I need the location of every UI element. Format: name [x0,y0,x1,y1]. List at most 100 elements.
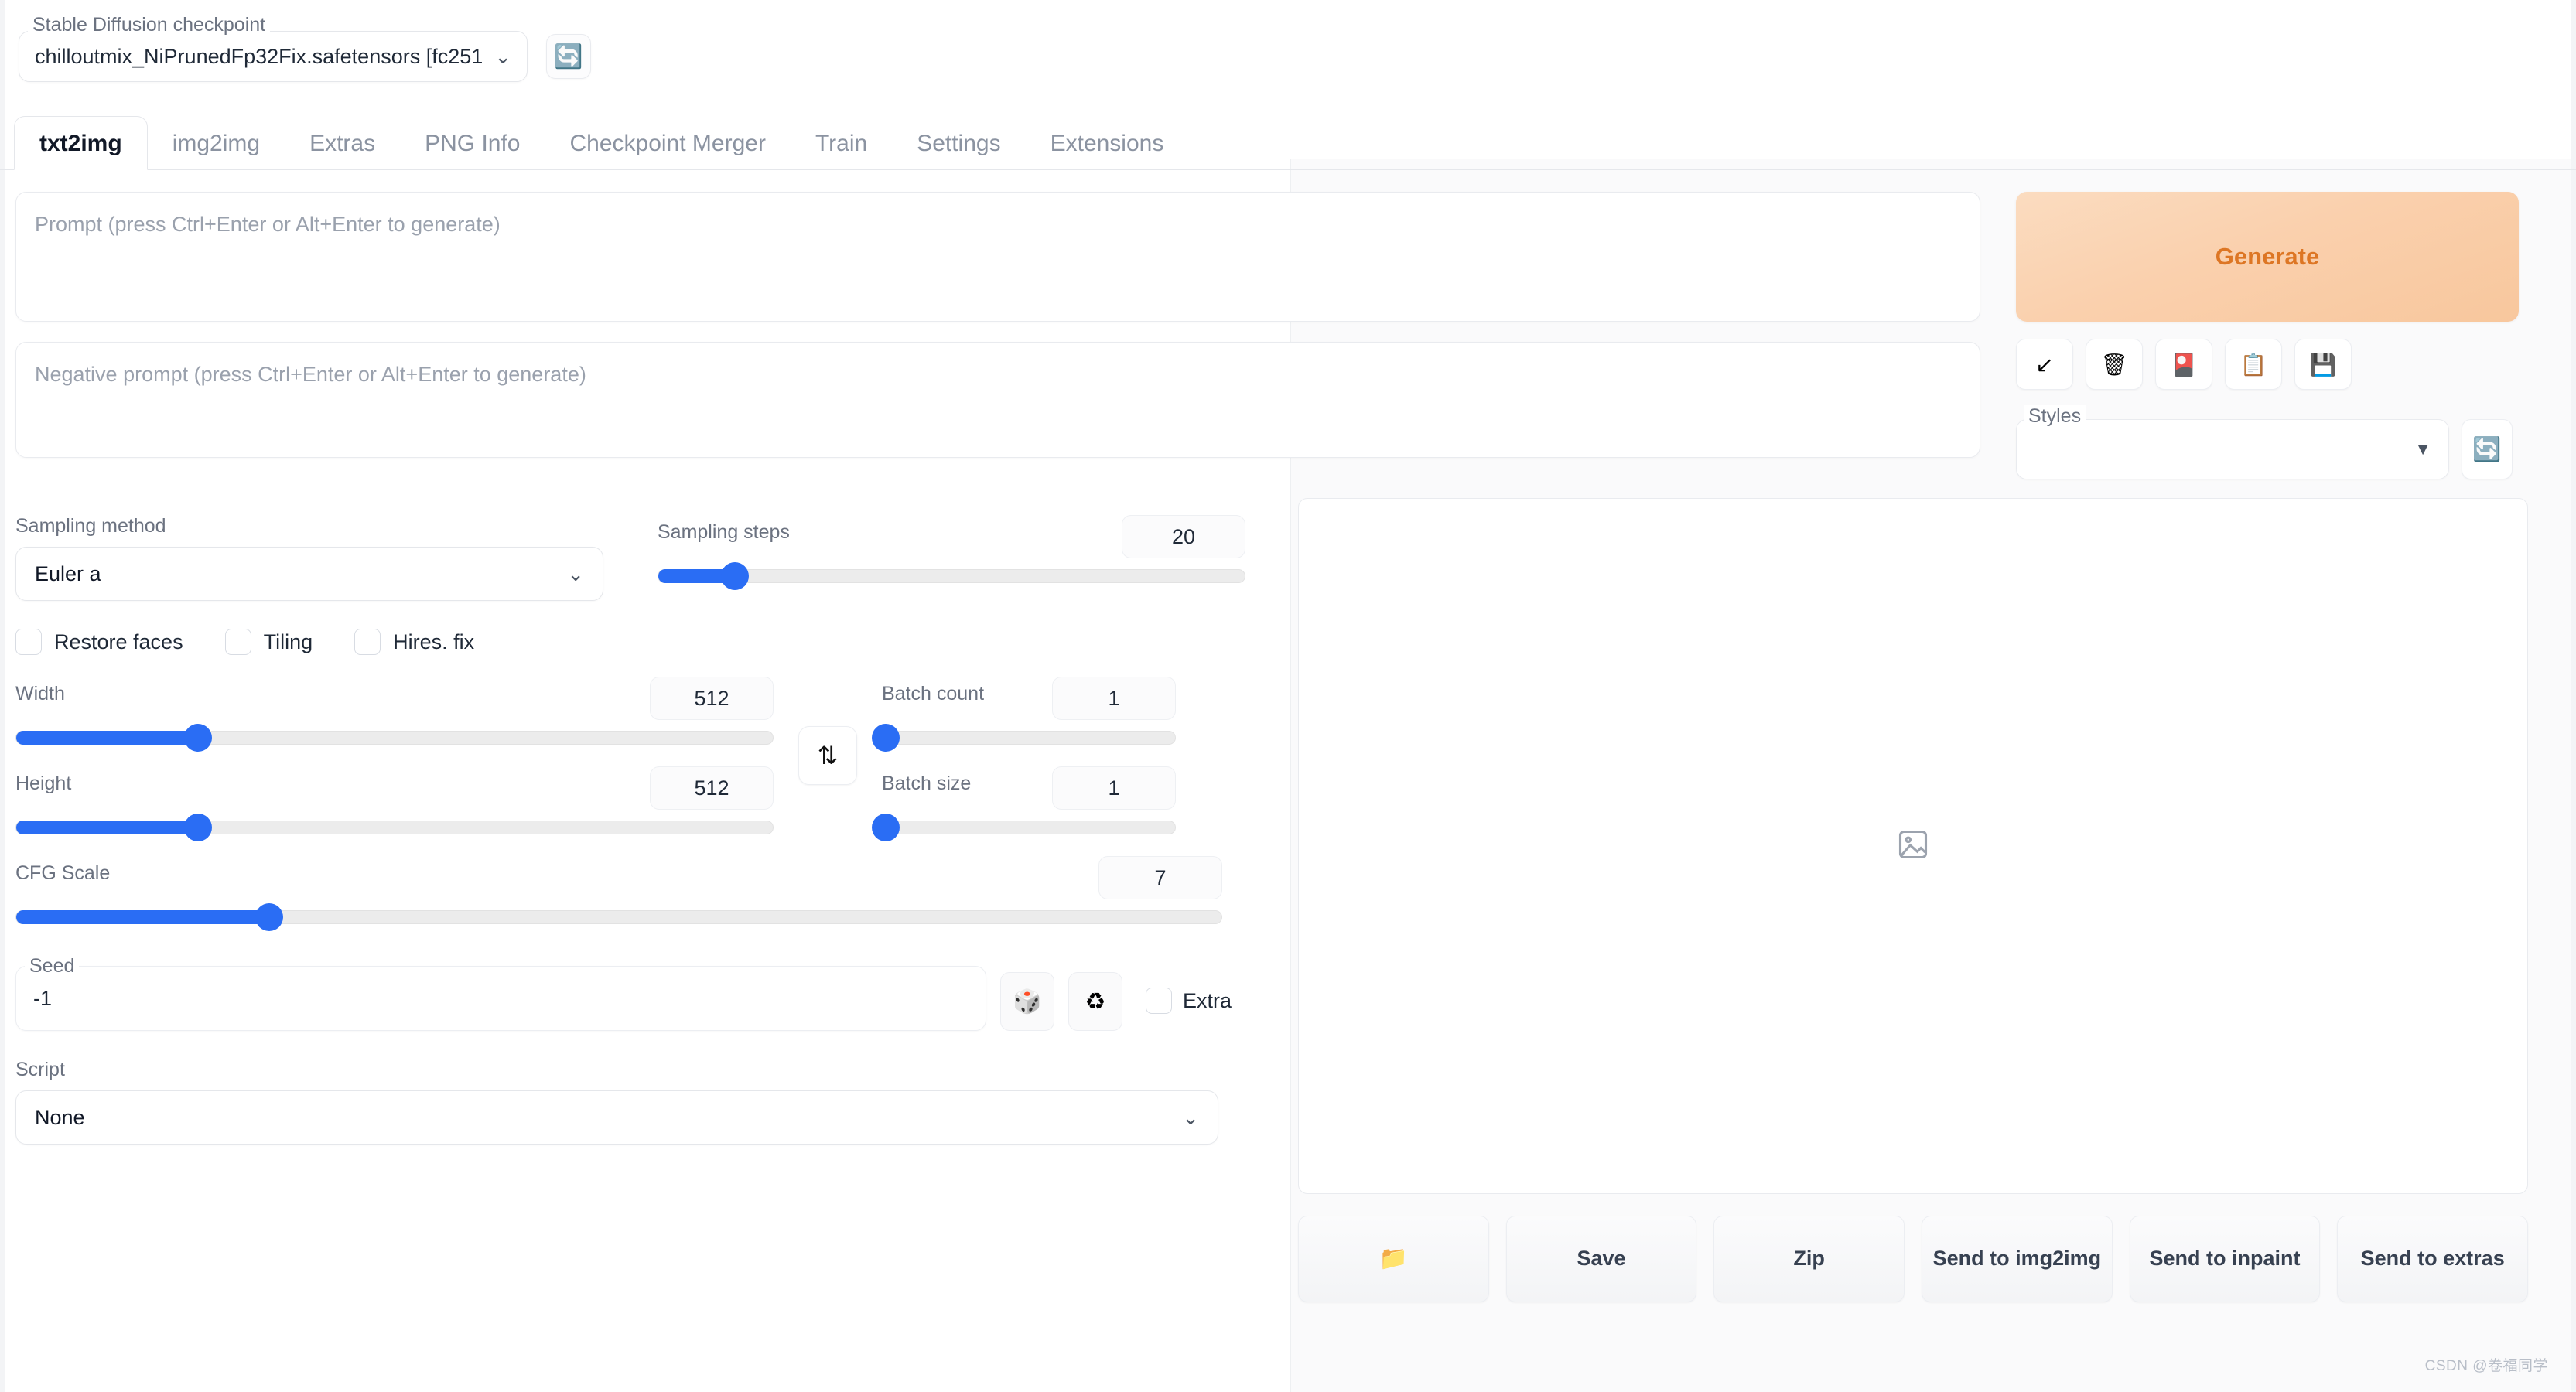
main-tabs: txt2img img2img Extras PNG Info Checkpoint M… [0,108,2576,170]
checkpoint-dropdown[interactable]: chilloutmix_NiPrunedFp32Fix.safetensors … [19,31,528,82]
seed-extra-checkbox[interactable]: Extra [1146,988,1232,1031]
image-gallery[interactable] [1298,498,2528,1194]
styles-chevron-down-icon: ▼ [2414,439,2431,459]
checkpoint-value: chilloutmix_NiPrunedFp32Fix.safetensors … [35,44,483,68]
tab-extensions[interactable]: Extensions [1026,117,1189,169]
styles-selector[interactable]: Styles ▼ [2016,405,2449,479]
chevron-down-icon: ⌄ [1182,1106,1199,1129]
prompt-input[interactable]: Prompt (press Ctrl+Enter or Alt+Enter to… [15,192,1980,322]
checkbox-label: Restore faces [54,629,183,653]
output-column: 📁 Save Zip Send to img2img Send to inpaint Se… [1290,479,2544,1302]
width-slider[interactable] [15,724,774,752]
zip-button[interactable]: Zip [1713,1216,1905,1302]
swap-dimensions-button[interactable]: ⇅ [798,726,857,785]
clear-prompt-button[interactable]: 🗑 [2086,339,2143,390]
refresh-icon: 🔄 [554,43,583,70]
checkbox-restore-faces[interactable]: Restore faces [15,629,183,655]
main-content: Prompt (press Ctrl+Enter or Alt+Enter to… [0,170,2576,1302]
swap-column: ⇅ [774,677,882,834]
generate-button[interactable]: Generate [2016,192,2519,322]
show-extra-networks-button[interactable]: 🎴 [2155,339,2212,390]
save-style-button[interactable]: 💾 [2294,339,2352,390]
refresh-icon: 🔄 [2472,436,2502,462]
checkbox-box[interactable] [1146,988,1172,1014]
checkpoint-selector[interactable]: Stable Diffusion checkpoint chilloutmix_… [19,14,528,82]
sampling-steps-value[interactable]: 20 [1122,515,1245,558]
clear-prompt-icon: 🗑 [2100,352,2128,377]
batch-size-slider[interactable] [871,814,1176,841]
refresh-styles-button[interactable]: 🔄 [2462,419,2513,479]
batch-count-slider[interactable] [871,724,1176,752]
width-height-group: Width 512 Height 512 [15,677,774,841]
sampling-method-value: Euler a [35,561,101,585]
sampler-row: Sampling method Euler a ⌄ Sampling steps… [15,479,1269,601]
prompt-tool-buttons: ↙ 🗑 🎴 📋 💾 [2016,339,2519,390]
checkpoint-bar: Stable Diffusion checkpoint chilloutmix_… [0,0,2576,108]
cfg-scale-label: CFG Scale [15,861,111,884]
apply-style-button[interactable]: 📋 [2225,339,2282,390]
height-slider[interactable] [15,814,774,841]
height-value[interactable]: 512 [650,766,774,810]
result-actions: 📁 Save Zip Send to img2img Send to inpaint Se… [1298,1216,2529,1302]
tab-checkpoint-merger[interactable]: Checkpoint Merger [545,117,790,169]
checkbox-box[interactable] [224,629,251,655]
chevron-down-icon: ⌄ [494,45,511,68]
styles-area: Styles ▼ 🔄 [2016,405,2519,479]
checkbox-label: Hires. fix [393,629,475,653]
send-to-img2img-button[interactable]: Send to img2img [1922,1216,2113,1302]
negative-prompt-input[interactable]: Negative prompt (press Ctrl+Enter or Alt… [15,342,1980,458]
seed-label: Seed [25,955,80,977]
script-value: None [35,1105,85,1129]
dice-icon: 🎲 [1013,988,1042,1015]
save-button[interactable]: Save [1505,1216,1697,1302]
prompt-area: Prompt (press Ctrl+Enter or Alt+Enter to… [15,170,2561,479]
batch-size-value[interactable]: 1 [1052,766,1176,810]
script-group: Script None ⌄ [15,1059,1218,1145]
generate-column: Generate ↙ 🗑 🎴 📋 💾 Styles ▼ 🔄 [2016,192,2519,479]
open-folder-button[interactable]: 📁 [1298,1216,1489,1302]
width-value[interactable]: 512 [650,677,774,720]
send-to-extras-button[interactable]: Send to extras [2337,1216,2529,1302]
save-style-icon: 💾 [2309,352,2337,377]
random-seed-button[interactable]: 🎲 [1000,972,1054,1031]
seed-field[interactable]: Seed -1 [15,954,986,1031]
checkbox-box[interactable] [354,629,381,655]
settings-column: Sampling method Euler a ⌄ Sampling steps… [15,479,1269,1302]
tab-img2img[interactable]: img2img [148,117,285,169]
height-label: Height [15,772,72,794]
batch-count-label: Batch count [882,682,985,705]
refresh-checkpoints-button[interactable]: 🔄 [546,34,591,79]
batch-size-label: Batch size [882,772,972,794]
batch-count-value[interactable]: 1 [1052,677,1176,720]
tab-extras[interactable]: Extras [285,117,400,169]
option-checkboxes: Restore faces Tiling Hires. fix [15,629,1269,655]
cfg-scale-value[interactable]: 7 [1098,856,1222,899]
checkbox-label: Tiling [263,629,313,653]
checkbox-hires-fix[interactable]: Hires. fix [354,629,474,655]
recycle-icon: ♻ [1085,988,1106,1015]
restore-progress-button[interactable]: ↙ [2016,339,2073,390]
checkbox-tiling[interactable]: Tiling [224,629,313,655]
reuse-seed-button[interactable]: ♻ [1068,972,1122,1031]
watermark: CSDN @卷福同学 [2424,1358,2548,1374]
styles-label: Styles [2024,405,2086,428]
styles-dropdown[interactable]: ▼ [2016,419,2449,479]
script-select[interactable]: None ⌄ [15,1090,1218,1145]
image-placeholder-icon [1896,827,1930,865]
sampling-steps-slider[interactable] [658,562,1245,590]
tab-txt2img[interactable]: txt2img [14,116,148,170]
apply-style-icon: 📋 [2239,352,2267,377]
dimensions-row: Width 512 Height 512 ⇅ Batch count 1 Bat… [15,677,1269,841]
send-to-inpaint-button[interactable]: Send to inpaint [2129,1216,2321,1302]
sampling-method-select[interactable]: Euler a ⌄ [15,547,603,601]
chevron-down-icon: ⌄ [567,562,584,585]
seed-extra-label: Extra [1183,988,1232,1012]
tab-train[interactable]: Train [791,117,892,169]
checkbox-box[interactable] [15,629,42,655]
tab-settings[interactable]: Settings [892,117,1025,169]
seed-input[interactable]: -1 [15,966,986,1031]
width-label: Width [15,682,65,705]
sampling-method-group: Sampling method Euler a ⌄ [15,515,658,601]
tab-png-info[interactable]: PNG Info [400,117,545,169]
cfg-scale-slider[interactable] [15,903,1222,931]
